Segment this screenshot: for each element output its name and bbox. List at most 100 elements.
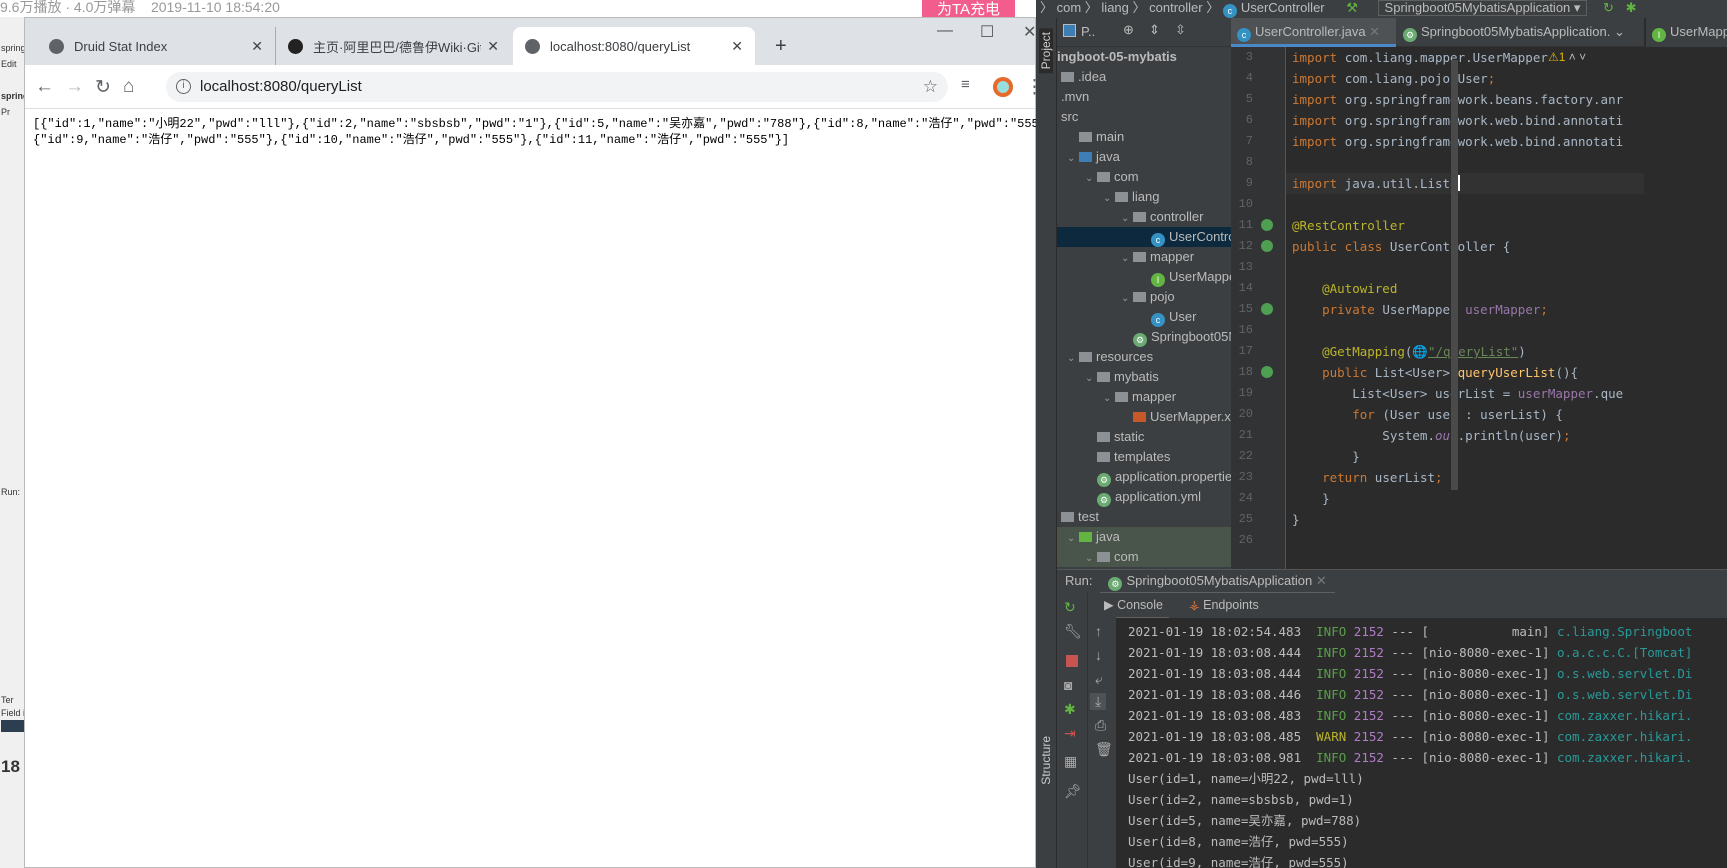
crumb-item[interactable]: controller xyxy=(1149,0,1202,15)
chevron-down-icon[interactable]: ⌄ xyxy=(1121,209,1133,227)
tree-item[interactable]: ⚙ Springboot05MybatisApplication xyxy=(1057,327,1231,347)
camera-icon[interactable]: ◙ xyxy=(1064,677,1072,693)
close-tab-icon[interactable]: ✕ xyxy=(1369,24,1380,39)
tab-druid[interactable]: Druid Stat Index ✕ xyxy=(37,27,275,65)
reload-icon[interactable]: ↻ xyxy=(95,76,111,99)
editor-tab-usermapper[interactable]: I UserMapper.java xyxy=(1644,18,1727,47)
charge-button[interactable]: 为TA充电 xyxy=(922,0,1015,17)
avatar[interactable] xyxy=(993,77,1013,97)
tree-item[interactable]: .mvn xyxy=(1057,87,1231,107)
tree-item[interactable]: ⚙ application.properties xyxy=(1057,467,1231,487)
editor-tab-usercontroller[interactable]: c UserController.java ✕ xyxy=(1231,18,1396,47)
print-icon[interactable]: ⎙ xyxy=(1095,717,1106,734)
run-tab[interactable]: ⚙ Springboot05MybatisApplication ✕ xyxy=(1100,570,1335,595)
spring-bean-icon[interactable] xyxy=(1261,303,1273,315)
rerun-icon[interactable]: ↻ xyxy=(1064,599,1076,616)
chevron-down-icon[interactable]: ⌄ xyxy=(1067,529,1079,547)
scroll-to-end-icon[interactable]: ⤓ xyxy=(1090,693,1107,710)
wrench-icon[interactable]: 🔧︎ xyxy=(1064,623,1082,640)
editor-tab-application[interactable]: ⚙ Springboot05MybatisApplication. ⌄ xyxy=(1397,18,1642,47)
expand-all-icon[interactable]: ⇕ xyxy=(1149,22,1160,38)
tree-item[interactable]: UserMapper.xml xyxy=(1057,407,1231,427)
tree-item[interactable]: ⌄ mybatis xyxy=(1057,367,1231,387)
inspection-widget[interactable]: ⚠1 ˄ ˅ xyxy=(1548,50,1586,64)
chevron-down-icon[interactable]: ⌄ xyxy=(1121,289,1133,307)
console-output[interactable]: 2021-01-19 18:02:54.483 INFO 2152 --- [ … xyxy=(1116,618,1727,868)
info-icon[interactable]: i xyxy=(176,79,191,94)
minimize-icon[interactable]: — xyxy=(937,22,953,40)
spring-bean-icon[interactable] xyxy=(1261,219,1273,231)
tree-item[interactable]: I UserMapper xyxy=(1057,267,1231,287)
chevron-down-icon[interactable]: ⌄ xyxy=(1067,149,1079,167)
tree-item[interactable]: ⌄ resources xyxy=(1057,347,1231,367)
pin-icon[interactable]: 📌︎ xyxy=(1064,783,1082,800)
project-view-select[interactable]: P.. xyxy=(1081,24,1095,39)
tree-item[interactable]: ⌄ java xyxy=(1057,527,1231,547)
tree-item[interactable]: test xyxy=(1057,507,1231,527)
tab-querylist[interactable]: localhost:8080/queryList ✕ xyxy=(513,27,755,65)
spring-bean-icon[interactable] xyxy=(1261,240,1273,252)
build-hammer-icon[interactable]: ⚒ xyxy=(1346,0,1358,15)
chevron-down-icon[interactable]: ⌄ xyxy=(1085,169,1097,187)
tree-item[interactable]: .idea xyxy=(1057,67,1231,87)
crumb-item[interactable]: com xyxy=(1057,0,1082,15)
arrow-down-icon[interactable]: ↓ xyxy=(1095,647,1102,663)
rerun-icon[interactable]: ↻ xyxy=(1603,0,1614,15)
chevron-down-icon[interactable]: ⌄ xyxy=(1085,549,1097,567)
forward-icon[interactable]: → xyxy=(65,76,84,98)
close-tab-icon[interactable]: ✕ xyxy=(251,38,263,55)
close-tab-icon[interactable]: ✕ xyxy=(487,38,499,55)
chevron-down-icon[interactable]: ⌄ xyxy=(1067,349,1079,367)
editor-scrollbar[interactable] xyxy=(1451,60,1458,490)
project-view-icon[interactable] xyxy=(1063,24,1076,37)
tree-item[interactable]: ⌄ mapper xyxy=(1057,247,1231,267)
back-icon[interactable]: ← xyxy=(35,76,54,98)
close-tab-icon[interactable]: ✕ xyxy=(1316,573,1327,588)
layout-icon[interactable]: ▦ xyxy=(1064,753,1077,770)
tab-github[interactable]: 主页·阿里巴巴/德鲁伊Wiki·GitHub ✕ xyxy=(275,27,511,65)
tree-item[interactable]: static xyxy=(1057,427,1231,447)
arrow-up-icon[interactable]: ↑ xyxy=(1095,623,1102,639)
debug-icon[interactable]: ✱ xyxy=(1626,0,1637,15)
close-window-icon[interactable]: ✕ xyxy=(1023,22,1036,42)
stop-icon[interactable] xyxy=(1066,655,1078,667)
home-icon[interactable]: ⌂ xyxy=(123,76,134,98)
structure-tool-button[interactable]: Structure xyxy=(1039,736,1053,785)
chevron-down-icon[interactable]: ⌄ xyxy=(1085,369,1097,387)
tree-item[interactable]: ⌄ java xyxy=(1057,147,1231,167)
project-tool-button[interactable]: Project xyxy=(1039,28,1053,74)
crumb-item[interactable]: liang xyxy=(1101,0,1128,15)
console-tab[interactable]: ▶ Console xyxy=(1098,593,1169,619)
chevron-down-icon[interactable]: ⌄ xyxy=(1103,189,1115,207)
locate-icon[interactable]: ⊕ xyxy=(1123,22,1134,38)
editor-usercontroller[interactable]: ⚠1 ˄ ˅ import com.liang.mapper.UserMappe… xyxy=(1286,47,1644,569)
endpoints-tab[interactable]: ⚶ Endpoints xyxy=(1183,593,1265,617)
tree-item[interactable]: ⌄ liang xyxy=(1057,187,1231,207)
tree-item[interactable]: templates xyxy=(1057,447,1231,467)
spring-bean-icon[interactable] xyxy=(1261,366,1273,378)
tab-list-chevron-icon[interactable]: ⌄ xyxy=(1614,24,1625,39)
tree-item[interactable]: main xyxy=(1057,127,1231,147)
collapse-all-icon[interactable]: ⇳ xyxy=(1175,22,1186,38)
trash-icon[interactable]: 🗑︎ xyxy=(1095,741,1113,758)
tree-item[interactable]: ingboot-05-mybatis xyxy=(1057,47,1231,67)
tree-item[interactable]: c User xyxy=(1057,307,1231,327)
run-config-select[interactable]: Springboot05MybatisApplication ▾ xyxy=(1377,0,1588,16)
address-bar[interactable]: i localhost:8080/queryList ☆ xyxy=(166,72,948,102)
exit-icon[interactable]: ⇥ xyxy=(1064,725,1076,742)
tree-item[interactable]: src xyxy=(1057,107,1231,127)
tree-item[interactable]: ⌄ pojo xyxy=(1057,287,1231,307)
tree-item[interactable]: ⌄ com xyxy=(1057,167,1231,187)
soft-wrap-icon[interactable]: ⤶ xyxy=(1095,671,1103,688)
tree-item[interactable]: c UserController xyxy=(1057,227,1231,247)
chevron-down-icon[interactable]: ⌄ xyxy=(1103,389,1115,407)
debug-icon[interactable]: ✱ xyxy=(1064,701,1076,718)
close-tab-icon[interactable]: ✕ xyxy=(731,38,743,55)
crumb-item[interactable]: UserController xyxy=(1241,0,1325,15)
tree-item[interactable]: ⌄ mapper xyxy=(1057,387,1231,407)
bookmark-star-icon[interactable]: ☆ xyxy=(923,72,938,102)
media-queue-icon[interactable]: ≡ xyxy=(961,76,970,93)
tree-item[interactable]: ⌄ com xyxy=(1057,547,1231,567)
tree-item[interactable]: ⚙ application.yml xyxy=(1057,487,1231,507)
new-tab-button[interactable]: + xyxy=(763,27,799,65)
